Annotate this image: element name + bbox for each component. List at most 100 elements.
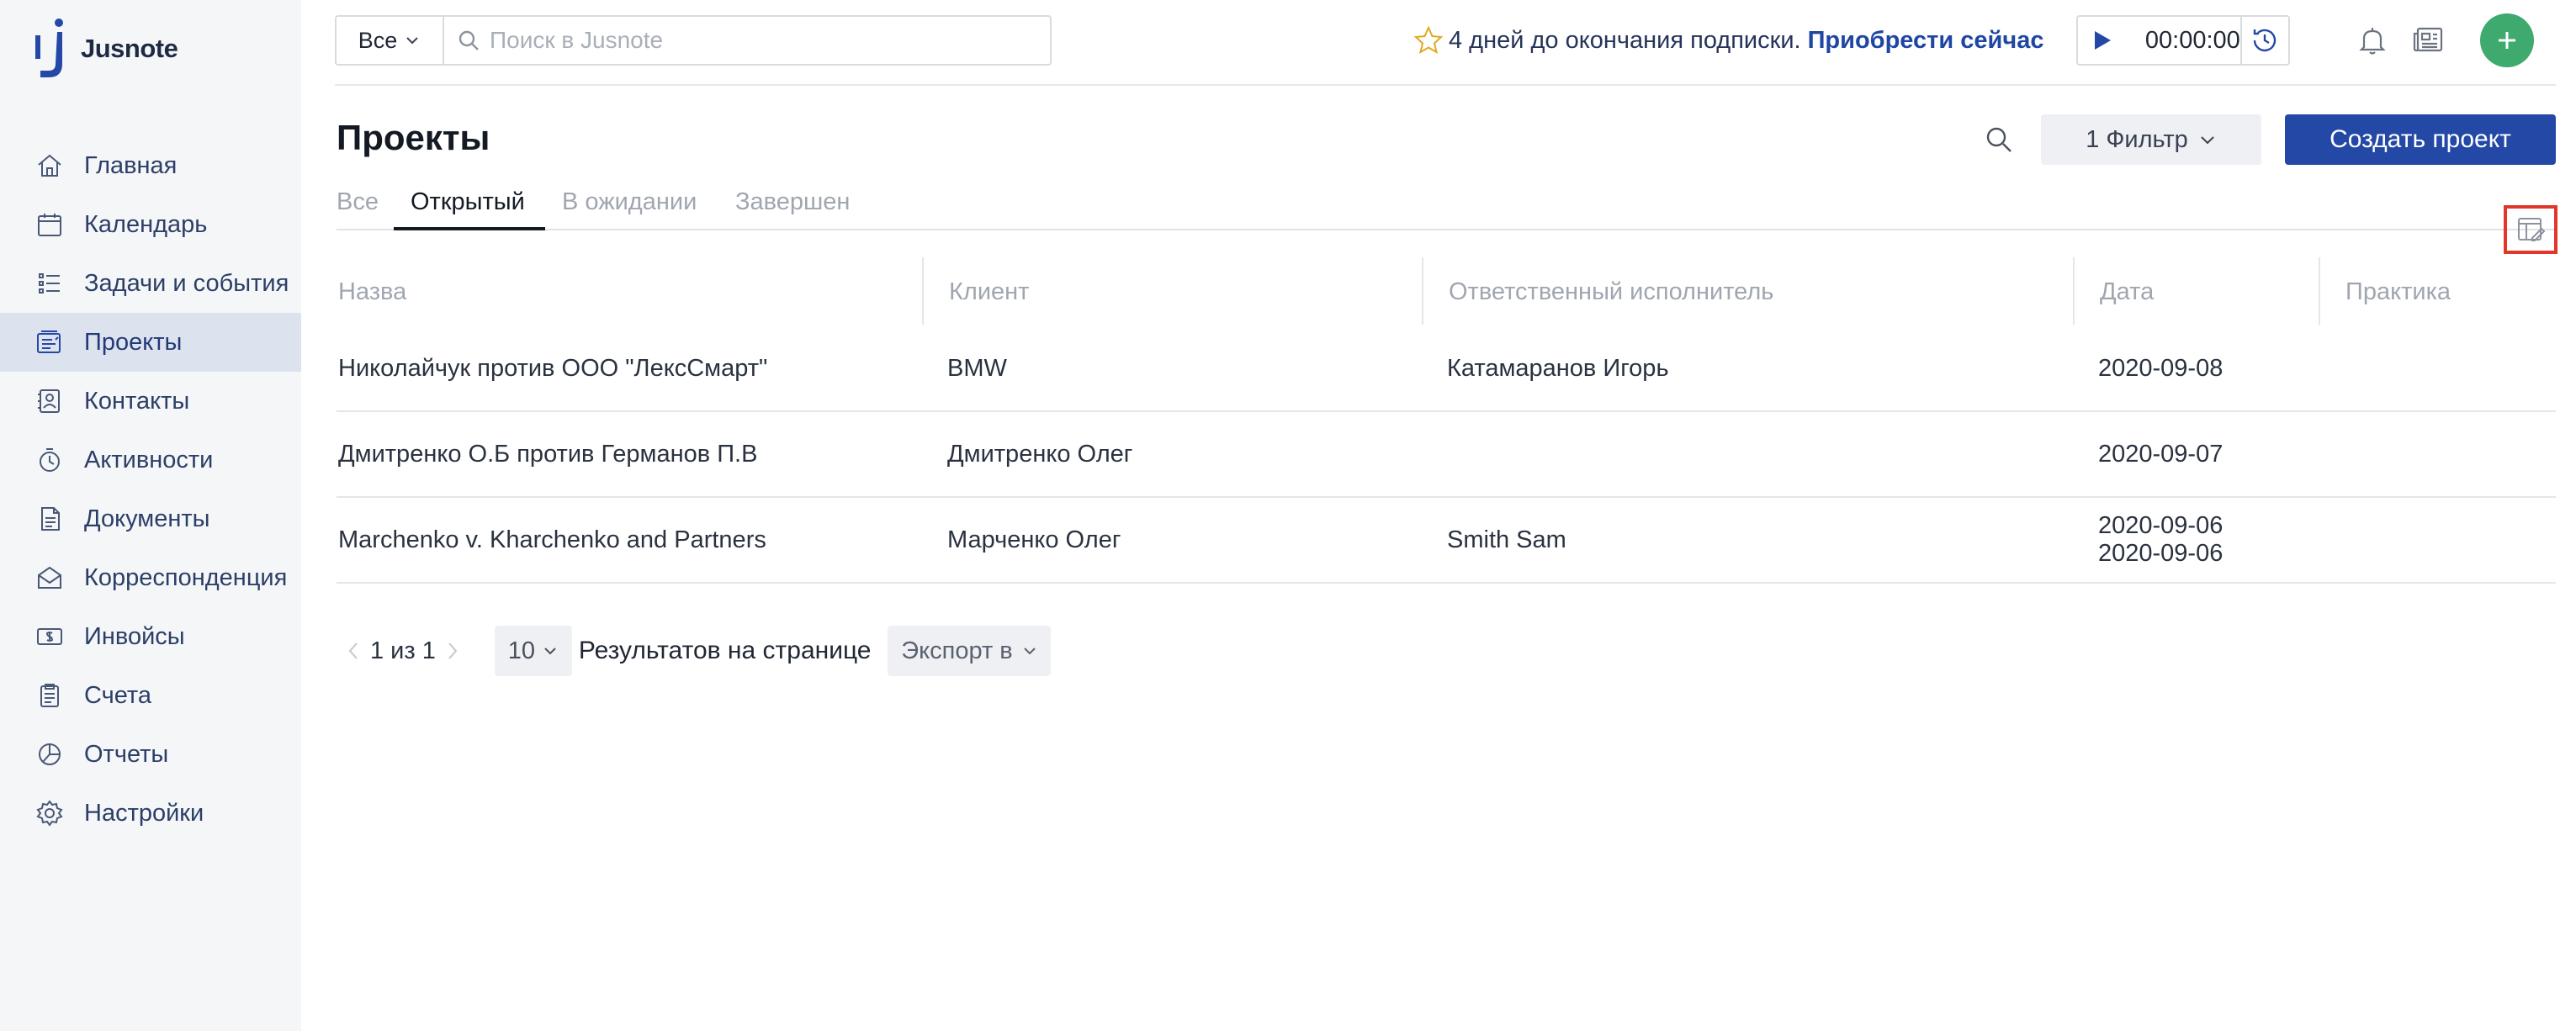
sidebar-item-label: Контакты xyxy=(84,387,190,415)
project-responsible: Катамаранов Игорь xyxy=(1447,354,1669,382)
sidebar-item-correspondence[interactable]: Корреспонденция xyxy=(0,548,301,607)
per-page-value: 10 xyxy=(507,637,535,664)
column-header-client[interactable]: Клиент xyxy=(947,257,1029,326)
time-tracker: 00:00:00 xyxy=(2076,15,2290,66)
sidebar-item-invoices[interactable]: Инвойсы xyxy=(0,607,301,666)
per-page-select[interactable]: 10 xyxy=(494,626,572,676)
column-settings-button[interactable] xyxy=(2504,205,2557,254)
notifications-button[interactable] xyxy=(2354,22,2391,59)
active-tab-indicator xyxy=(394,227,545,230)
projects-icon xyxy=(34,326,66,358)
column-header-practice[interactable]: Практика xyxy=(2344,257,2451,326)
search-input[interactable] xyxy=(490,27,927,54)
filter-button[interactable]: 1 Фильтр xyxy=(2041,114,2261,165)
project-client: BMW xyxy=(947,354,1007,382)
chevron-right-icon xyxy=(448,642,458,659)
chevron-down-icon xyxy=(544,648,556,655)
play-icon xyxy=(2094,31,2111,50)
sidebar: Jusnote Главная Календарь Задачи и событ… xyxy=(0,0,301,1031)
timer-play-button[interactable] xyxy=(2085,17,2120,64)
buy-now-link[interactable]: Приобрести сейчас xyxy=(1808,27,2044,55)
chevron-left-icon xyxy=(348,642,358,659)
tab-open[interactable]: Открытый xyxy=(411,188,525,230)
project-name[interactable]: Marchenko v. Kharchenko and Partners xyxy=(338,498,766,582)
top-bar: Все 4 дней до окончания подписки. Приобр… xyxy=(335,0,2556,86)
table-row[interactable]: Николайчук против ООО "ЛексСмарт" BMW Ка… xyxy=(337,326,2556,412)
project-date: 2020-09-06 xyxy=(2098,512,2224,539)
column-divider[interactable] xyxy=(2073,257,2075,325)
sidebar-item-label: Корреспонденция xyxy=(84,563,288,591)
chevron-down-icon xyxy=(2201,136,2214,145)
sidebar-item-documents[interactable]: Документы xyxy=(0,489,301,548)
column-divider[interactable] xyxy=(922,257,924,325)
column-header-name[interactable]: Назва xyxy=(337,257,406,326)
prev-page-button[interactable] xyxy=(337,626,370,676)
clock-history-icon xyxy=(2254,29,2277,52)
create-project-button[interactable]: Создать проект xyxy=(2285,114,2556,165)
documents-icon xyxy=(34,503,66,535)
projects-table: Назва Клиент Ответственный исполнитель Д… xyxy=(337,257,2556,584)
next-page-button[interactable] xyxy=(436,626,469,676)
sidebar-item-accounts[interactable]: Счета xyxy=(0,666,301,725)
page-info: 1 из 1 xyxy=(370,637,436,664)
project-date: 2020-09-07 xyxy=(2098,440,2224,468)
home-icon xyxy=(34,150,66,182)
tab-all[interactable]: Все xyxy=(337,188,379,230)
search-field xyxy=(444,17,1050,64)
search-icon xyxy=(458,30,479,50)
project-date: 2020-09-08 xyxy=(2098,354,2224,382)
tab-completed[interactable]: Завершен xyxy=(735,188,850,230)
settings-icon xyxy=(34,797,66,829)
project-date-cell: 2020-09-06 2020-09-06 xyxy=(2098,498,2223,582)
project-date-cell: 2020-09-08 xyxy=(2098,326,2223,410)
column-divider[interactable] xyxy=(2319,257,2320,325)
column-divider[interactable] xyxy=(1422,257,1423,325)
quick-add-button[interactable] xyxy=(2480,13,2534,67)
column-header-responsible[interactable]: Ответственный исполнитель xyxy=(1447,257,1773,326)
search-scope-select[interactable]: Все xyxy=(337,17,444,64)
export-select[interactable]: Экспорт в xyxy=(888,626,1052,676)
sidebar-item-activity[interactable]: Активности xyxy=(0,431,301,489)
chevron-down-icon xyxy=(1023,648,1036,655)
correspondence-icon xyxy=(34,562,66,594)
sidebar-nav: Главная Календарь Задачи и события Проек… xyxy=(0,136,301,843)
sidebar-item-contacts[interactable]: Контакты xyxy=(0,372,301,431)
tasks-icon xyxy=(34,267,66,299)
timer-display: 00:00:00 xyxy=(2144,26,2240,54)
table-row[interactable]: Marchenko v. Kharchenko and Partners Мар… xyxy=(337,498,2556,584)
sidebar-item-tasks[interactable]: Задачи и события xyxy=(0,254,301,313)
column-header-date[interactable]: Дата xyxy=(2098,257,2154,326)
newspaper-icon xyxy=(2413,27,2443,52)
project-name[interactable]: Николайчук против ООО "ЛексСмарт" xyxy=(338,326,767,410)
calendar-icon xyxy=(34,209,66,241)
timer-history-button[interactable] xyxy=(2239,17,2288,64)
project-client: Марченко Олег xyxy=(947,526,1121,553)
tab-pending[interactable]: В ожидании xyxy=(562,188,697,230)
export-label: Экспорт в xyxy=(901,637,1013,664)
reports-icon xyxy=(34,738,66,770)
sidebar-item-label: Настройки xyxy=(84,799,204,827)
project-client: Дмитренко Олег xyxy=(947,440,1133,468)
sidebar-item-reports[interactable]: Отчеты xyxy=(0,725,301,784)
per-page-label: Результатов на странице xyxy=(578,637,872,664)
sidebar-item-projects[interactable]: Проекты xyxy=(0,313,301,372)
global-search: Все xyxy=(335,15,1052,66)
project-name[interactable]: Дмитренко О.Б против Германов П.В xyxy=(338,412,757,496)
pagination: 1 из 1 10 Результатов на странице Экспор… xyxy=(337,626,1052,676)
table-row[interactable]: Дмитренко О.Б против Германов П.В Дмитре… xyxy=(337,412,2556,498)
sidebar-item-settings[interactable]: Настройки xyxy=(0,784,301,843)
subscription-banner: 4 дней до окончания подписки. Приобрести… xyxy=(1413,22,2043,59)
sidebar-item-label: Инвойсы xyxy=(84,622,185,650)
invoices-icon xyxy=(34,621,66,653)
star-icon xyxy=(1413,25,1444,55)
sidebar-item-home[interactable]: Главная xyxy=(0,136,301,195)
subscription-text: 4 дней до окончания подписки. xyxy=(1449,26,1801,54)
news-button[interactable] xyxy=(2409,22,2446,59)
app-logo[interactable]: Jusnote xyxy=(32,17,178,81)
sidebar-item-calendar[interactable]: Календарь xyxy=(0,195,301,254)
column-edit-icon xyxy=(2518,218,2546,241)
projects-search-button[interactable] xyxy=(1980,121,2017,158)
search-scope-label: Все xyxy=(358,27,398,53)
search-icon xyxy=(1986,127,2012,152)
sidebar-item-label: Календарь xyxy=(84,210,208,238)
